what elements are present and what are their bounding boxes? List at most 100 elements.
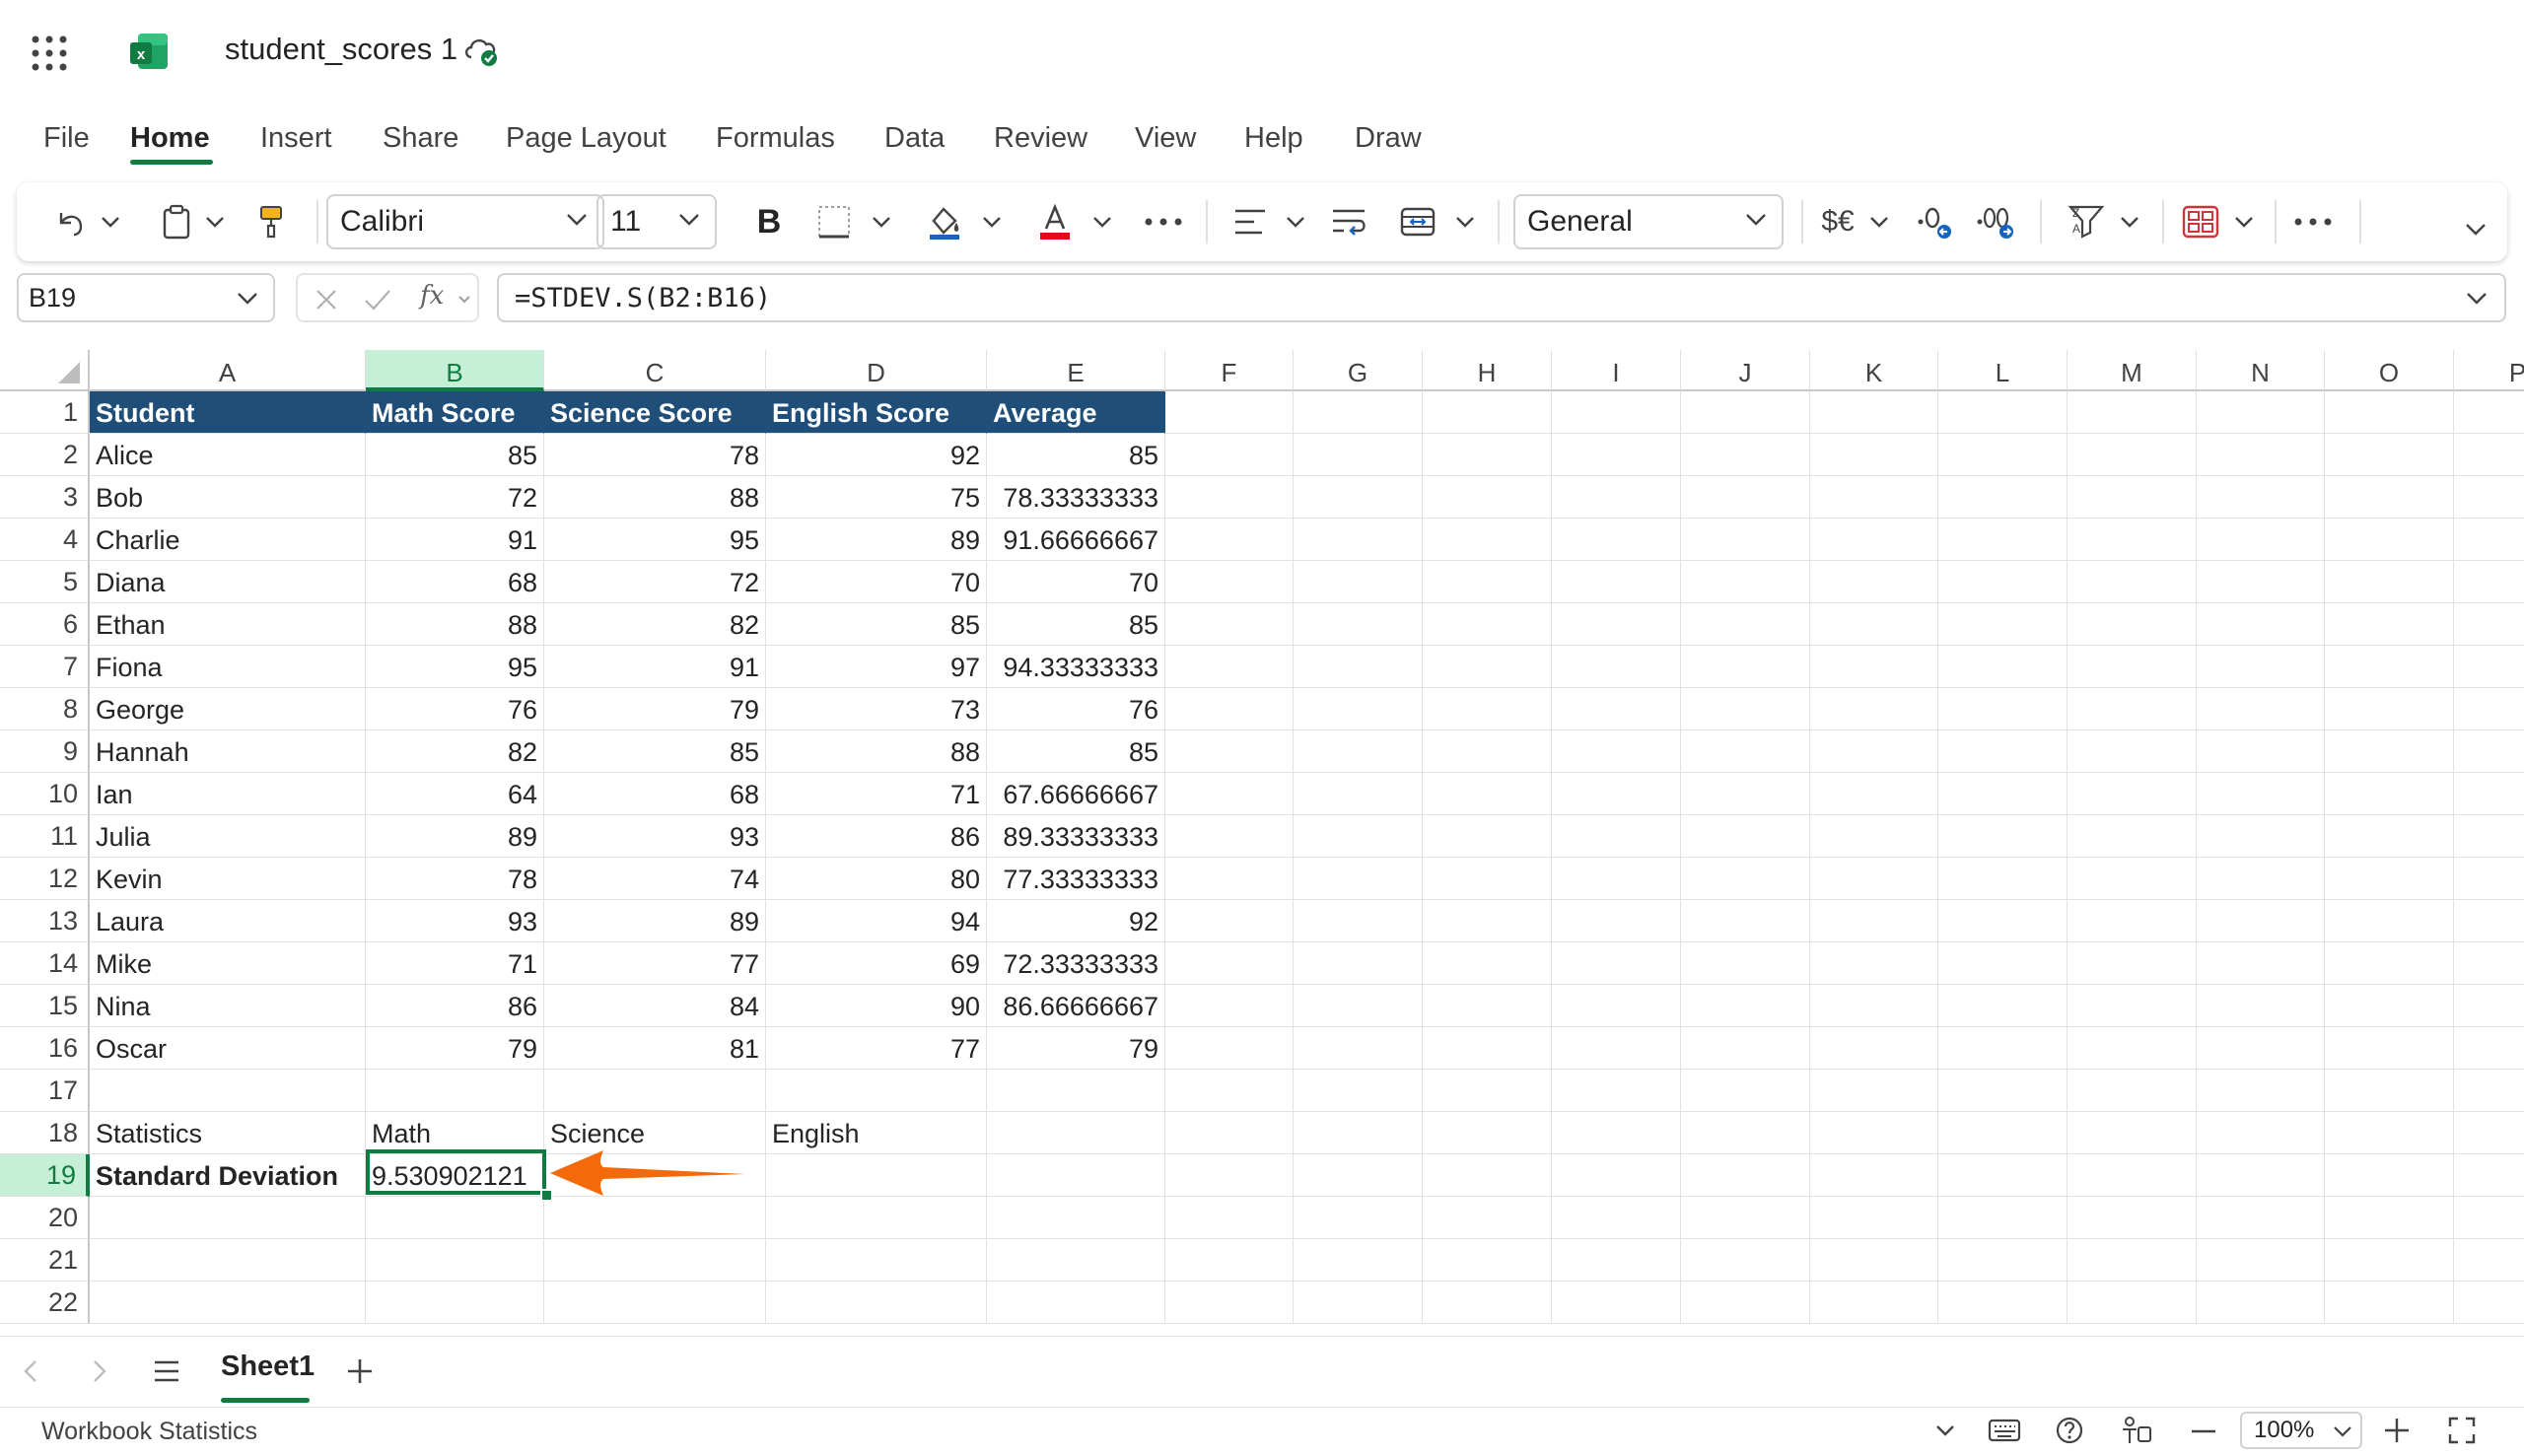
- cell-d2[interactable]: 92: [766, 434, 987, 476]
- column-header-k[interactable]: K: [1810, 350, 1938, 391]
- paste-chevron-down-icon[interactable]: [200, 182, 230, 261]
- cell-b15[interactable]: 86: [366, 985, 544, 1027]
- cell-b16[interactable]: 79: [366, 1027, 544, 1070]
- cell-a8[interactable]: George: [90, 688, 366, 730]
- cell-a5[interactable]: Diana: [90, 561, 366, 603]
- paste-icon[interactable]: [155, 182, 198, 261]
- cell-c14[interactable]: 77: [544, 942, 766, 985]
- cell-e8[interactable]: 76: [987, 688, 1165, 730]
- column-header-j[interactable]: J: [1681, 350, 1810, 391]
- select-all-corner[interactable]: [0, 350, 90, 391]
- tab-data[interactable]: Data: [884, 110, 945, 166]
- cell-b5[interactable]: 68: [366, 561, 544, 603]
- cell-d18[interactable]: English: [766, 1112, 987, 1154]
- excel-logo-icon[interactable]: x: [128, 30, 177, 79]
- cell-e9[interactable]: 85: [987, 730, 1165, 773]
- cell-b12[interactable]: 78: [366, 858, 544, 900]
- tab-insert[interactable]: Insert: [260, 110, 332, 166]
- confirm-check-icon[interactable]: [363, 287, 392, 312]
- cancel-x-icon[interactable]: [314, 287, 339, 312]
- row-header-10[interactable]: 10: [0, 773, 90, 815]
- cell-d9[interactable]: 88: [766, 730, 987, 773]
- column-header-l[interactable]: L: [1938, 350, 2068, 391]
- cell-e4[interactable]: 91.66666667: [987, 519, 1165, 561]
- help-icon[interactable]: [2055, 1416, 2084, 1445]
- cloud-saved-icon[interactable]: [461, 34, 505, 73]
- tab-formulas[interactable]: Formulas: [716, 110, 835, 166]
- borders-chevron-down-icon[interactable]: [867, 182, 896, 261]
- row-header-11[interactable]: 11: [0, 815, 90, 858]
- cell-b3[interactable]: 72: [366, 476, 544, 519]
- cell-e5[interactable]: 70: [987, 561, 1165, 603]
- font-size-dropdown[interactable]: 11: [596, 194, 717, 249]
- tab-draw[interactable]: Draw: [1355, 110, 1422, 166]
- cell-a2[interactable]: Alice: [90, 434, 366, 476]
- cell-b14[interactable]: 71: [366, 942, 544, 985]
- cell-c2[interactable]: 78: [544, 434, 766, 476]
- sort-filter-icon[interactable]: AZ: [2064, 182, 2109, 261]
- currency-format-button[interactable]: $€: [1813, 182, 1862, 261]
- keyboard-icon[interactable]: [1988, 1418, 2021, 1443]
- cell-d7[interactable]: 97: [766, 646, 987, 688]
- column-header-p[interactable]: P: [2454, 350, 2524, 391]
- cell-e11[interactable]: 89.33333333: [987, 815, 1165, 858]
- cell-e10[interactable]: 67.66666667: [987, 773, 1165, 815]
- cell-b13[interactable]: 93: [366, 900, 544, 942]
- column-header-e[interactable]: E: [987, 350, 1165, 391]
- row-header-16[interactable]: 16: [0, 1027, 90, 1070]
- cell-c11[interactable]: 93: [544, 815, 766, 858]
- cell-a12[interactable]: Kevin: [90, 858, 366, 900]
- row-header-20[interactable]: 20: [0, 1197, 90, 1239]
- fx-chevron-icon[interactable]: [457, 295, 471, 305]
- align-chevron-down-icon[interactable]: [1281, 182, 1310, 261]
- cell-e14[interactable]: 72.33333333: [987, 942, 1165, 985]
- column-header-i[interactable]: I: [1552, 350, 1681, 391]
- cell-d5[interactable]: 70: [766, 561, 987, 603]
- cell-c7[interactable]: 91: [544, 646, 766, 688]
- column-header-f[interactable]: F: [1165, 350, 1294, 391]
- column-header-b[interactable]: B: [366, 350, 544, 391]
- merge-chevron-down-icon[interactable]: [1450, 182, 1480, 261]
- borders-icon[interactable]: [811, 182, 857, 261]
- cell-d8[interactable]: 73: [766, 688, 987, 730]
- cell-c8[interactable]: 79: [544, 688, 766, 730]
- tab-page-layout[interactable]: Page Layout: [506, 110, 666, 166]
- tab-share[interactable]: Share: [383, 110, 458, 166]
- formula-input[interactable]: =STDEV.S(B2:B16): [497, 273, 2506, 322]
- format-painter-icon[interactable]: [249, 182, 293, 261]
- cell-d4[interactable]: 89: [766, 519, 987, 561]
- zoom-out-icon[interactable]: [2191, 1429, 2216, 1433]
- cell-b9[interactable]: 82: [366, 730, 544, 773]
- column-header-m[interactable]: M: [2068, 350, 2197, 391]
- cell-b18[interactable]: Math: [366, 1112, 544, 1154]
- cell-e2[interactable]: 85: [987, 434, 1165, 476]
- cell-e3[interactable]: 78.33333333: [987, 476, 1165, 519]
- cell-c9[interactable]: 85: [544, 730, 766, 773]
- cell-b2[interactable]: 85: [366, 434, 544, 476]
- cell-b6[interactable]: 88: [366, 603, 544, 646]
- row-header-6[interactable]: 6: [0, 603, 90, 646]
- cell-e13[interactable]: 92: [987, 900, 1165, 942]
- row-header-22[interactable]: 22: [0, 1282, 90, 1324]
- undo-chevron-down-icon[interactable]: [96, 182, 125, 261]
- cell-d1[interactable]: English Score: [766, 391, 987, 434]
- cell-a4[interactable]: Charlie: [90, 519, 366, 561]
- fill-color-icon[interactable]: [922, 182, 967, 261]
- number-format-dropdown[interactable]: General: [1513, 194, 1784, 249]
- cell-d10[interactable]: 71: [766, 773, 987, 815]
- next-sheet-icon[interactable]: [91, 1358, 108, 1384]
- cell-d6[interactable]: 85: [766, 603, 987, 646]
- cell-b1[interactable]: Math Score: [366, 391, 544, 434]
- cell-d16[interactable]: 77: [766, 1027, 987, 1070]
- cell-d3[interactable]: 75: [766, 476, 987, 519]
- cell-c15[interactable]: 84: [544, 985, 766, 1027]
- status-chevron-down-icon[interactable]: [1934, 1423, 1956, 1437]
- tab-home[interactable]: Home: [130, 110, 210, 166]
- cell-c10[interactable]: 68: [544, 773, 766, 815]
- cell-a9[interactable]: Hannah: [90, 730, 366, 773]
- row-header-3[interactable]: 3: [0, 476, 90, 519]
- row-header-7[interactable]: 7: [0, 646, 90, 688]
- expand-formula-chevron-icon[interactable]: [2465, 291, 2489, 307]
- cell-styles-icon[interactable]: [2176, 182, 2225, 261]
- font-name-dropdown[interactable]: Calibri: [326, 194, 604, 249]
